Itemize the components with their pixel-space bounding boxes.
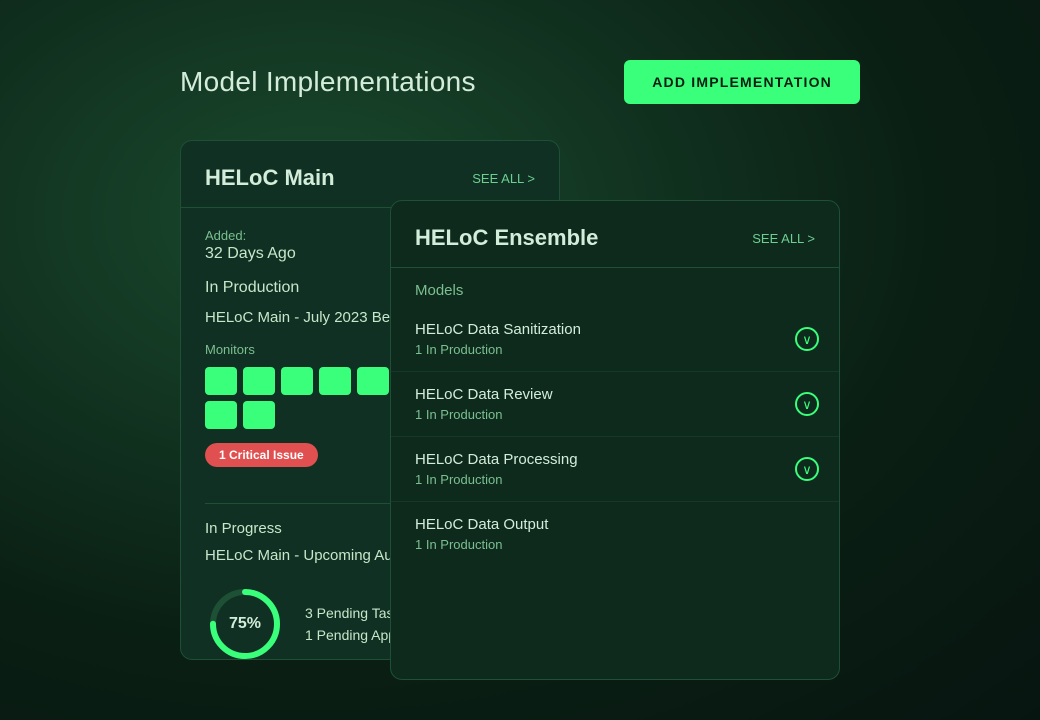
ensemble-row-name: HELoC Data Sanitization xyxy=(415,321,815,338)
monitor-dot xyxy=(205,401,237,429)
ensemble-row-status: 1 In Production xyxy=(415,537,815,552)
ensemble-row[interactable]: HELoC Data Review 1 In Production xyxy=(391,372,839,437)
heloc-main-see-all-link[interactable]: SEE ALL > xyxy=(472,171,535,186)
heloc-ensemble-card: HELoC Ensemble SEE ALL > Models HELoC Da… xyxy=(390,200,840,680)
ensemble-row-name: HELoC Data Output xyxy=(415,516,815,533)
monitor-dot xyxy=(319,367,351,395)
ensemble-row[interactable]: HELoC Data Output 1 In Production xyxy=(391,502,839,566)
ensemble-row-status: 1 In Production xyxy=(415,472,815,487)
ensemble-row-status: 1 In Production xyxy=(415,407,815,422)
models-section-label: Models xyxy=(391,268,839,307)
heloc-ensemble-see-all-link[interactable]: SEE ALL > xyxy=(752,231,815,246)
heloc-ensemble-card-header: HELoC Ensemble SEE ALL > xyxy=(391,201,839,268)
heloc-main-card-title: HELoC Main xyxy=(205,165,335,191)
monitor-dot xyxy=(243,367,275,395)
chevron-down-icon xyxy=(795,457,819,481)
page-header: Model Implementations ADD IMPLEMENTATION xyxy=(180,60,860,104)
ensemble-row-name: HELoC Data Review xyxy=(415,386,815,403)
cards-area: HELoC Main SEE ALL > Added: 32 Days Ago … xyxy=(180,140,860,660)
progress-percent: 75% xyxy=(229,615,261,633)
monitor-dot xyxy=(281,367,313,395)
critical-issue-badge: 1 Critical Issue xyxy=(205,443,318,467)
monitor-dot xyxy=(205,367,237,395)
monitor-dot xyxy=(357,367,389,395)
ensemble-row-status: 1 In Production xyxy=(415,342,815,357)
heloc-main-card-header: HELoC Main SEE ALL > xyxy=(181,141,559,208)
monitor-dot xyxy=(243,401,275,429)
page-title: Model Implementations xyxy=(180,66,476,98)
ensemble-row-name: HELoC Data Processing xyxy=(415,451,815,468)
progress-ring-container: 75% xyxy=(205,584,285,660)
chevron-down-icon xyxy=(795,327,819,351)
ensemble-row[interactable]: HELoC Data Processing 1 In Production xyxy=(391,437,839,502)
add-implementation-button[interactable]: ADD IMPLEMENTATION xyxy=(624,60,860,104)
ensemble-row[interactable]: HELoC Data Sanitization 1 In Production xyxy=(391,307,839,372)
heloc-ensemble-card-title: HELoC Ensemble xyxy=(415,225,598,251)
chevron-down-icon xyxy=(795,392,819,416)
